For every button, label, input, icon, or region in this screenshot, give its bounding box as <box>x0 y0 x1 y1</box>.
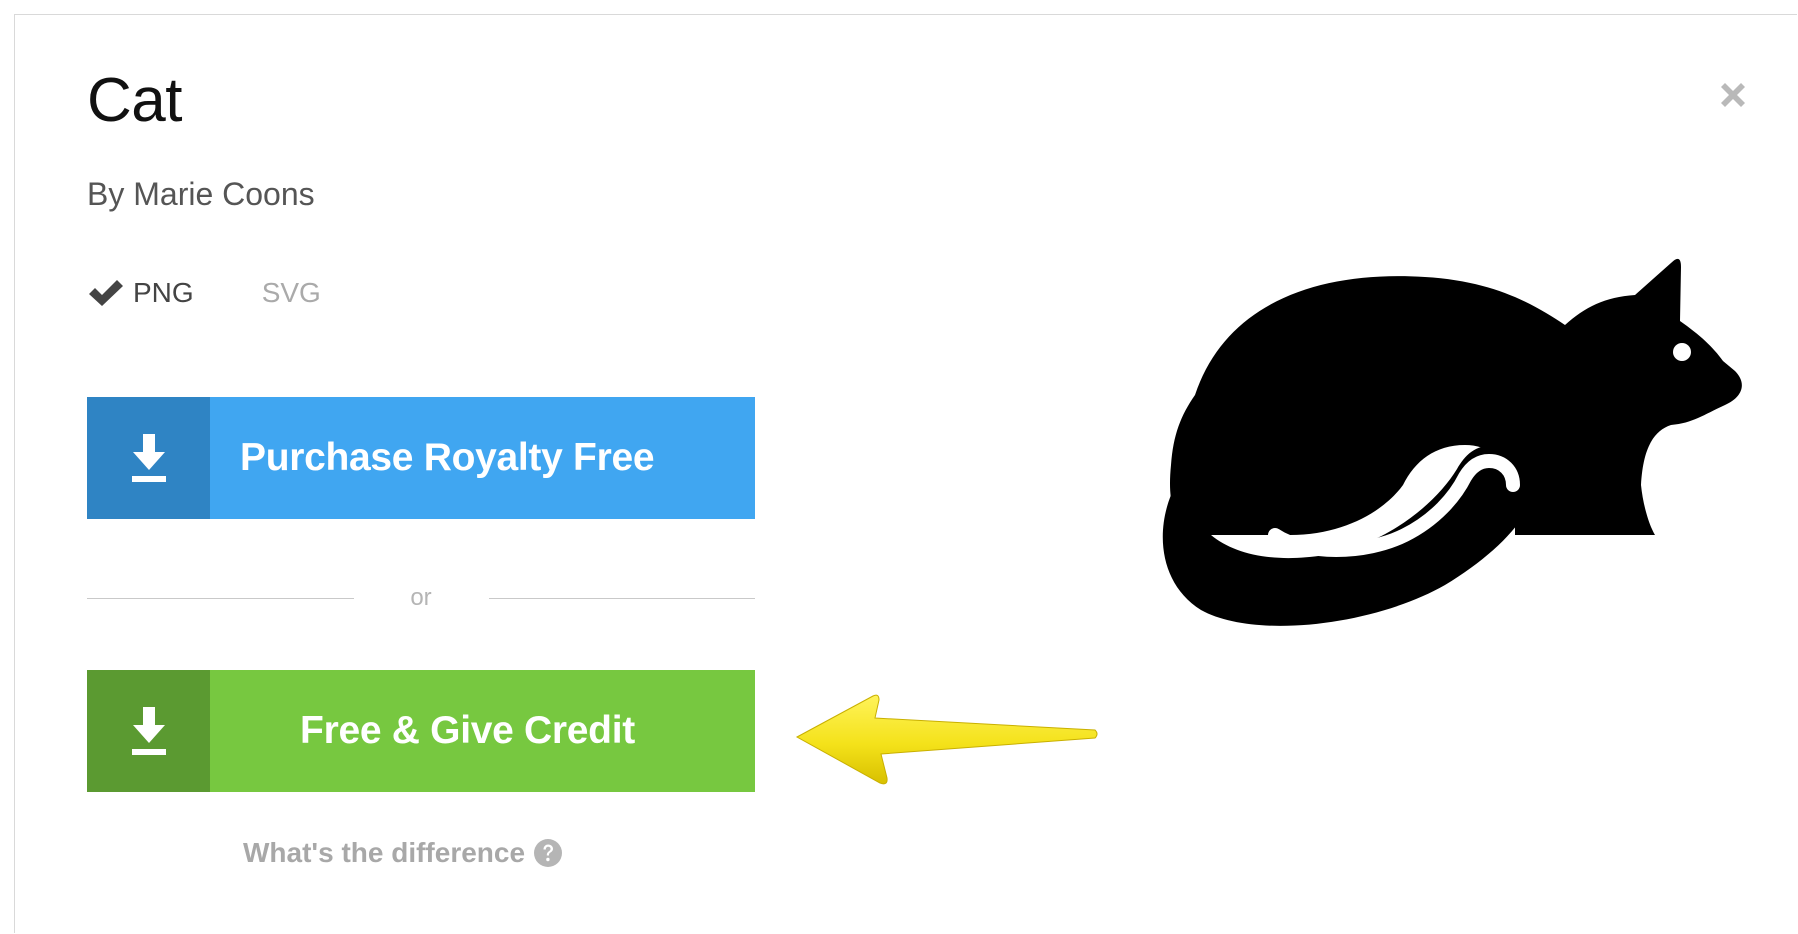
divider-line-right <box>489 598 755 599</box>
download-icon <box>131 434 166 482</box>
check-icon <box>89 280 123 306</box>
free-button-icon-area <box>87 670 210 792</box>
difference-label: What's the difference <box>243 837 526 868</box>
format-svg-label: SVG <box>261 277 321 308</box>
format-png-option[interactable]: PNG <box>87 277 194 309</box>
cat-icon <box>1162 258 1742 626</box>
purchase-button-icon-area <box>87 397 210 519</box>
format-png-label: PNG <box>133 277 194 308</box>
download-icon <box>131 707 166 755</box>
icon-author: By Marie Coons <box>87 176 315 212</box>
arrow-left-icon <box>795 694 1098 785</box>
question-circle-icon <box>534 839 563 867</box>
format-selector: PNG SVG <box>87 277 321 309</box>
icon-download-modal: Cat By Marie Coons PNG SVG Purchase Roya… <box>14 14 1797 933</box>
icon-title: Cat <box>87 66 182 135</box>
purchase-button-label: Purchase Royalty Free <box>240 436 655 479</box>
free-give-credit-button[interactable]: Free & Give Credit <box>87 670 755 792</box>
close-icon[interactable] <box>1715 77 1751 113</box>
free-button-label: Free & Give Credit <box>300 709 635 752</box>
format-svg-option[interactable]: SVG <box>262 277 321 309</box>
purchase-royalty-free-button[interactable]: Purchase Royalty Free <box>87 397 755 519</box>
whats-the-difference-link[interactable]: What's the difference <box>243 837 563 869</box>
or-divider: or <box>87 580 755 616</box>
